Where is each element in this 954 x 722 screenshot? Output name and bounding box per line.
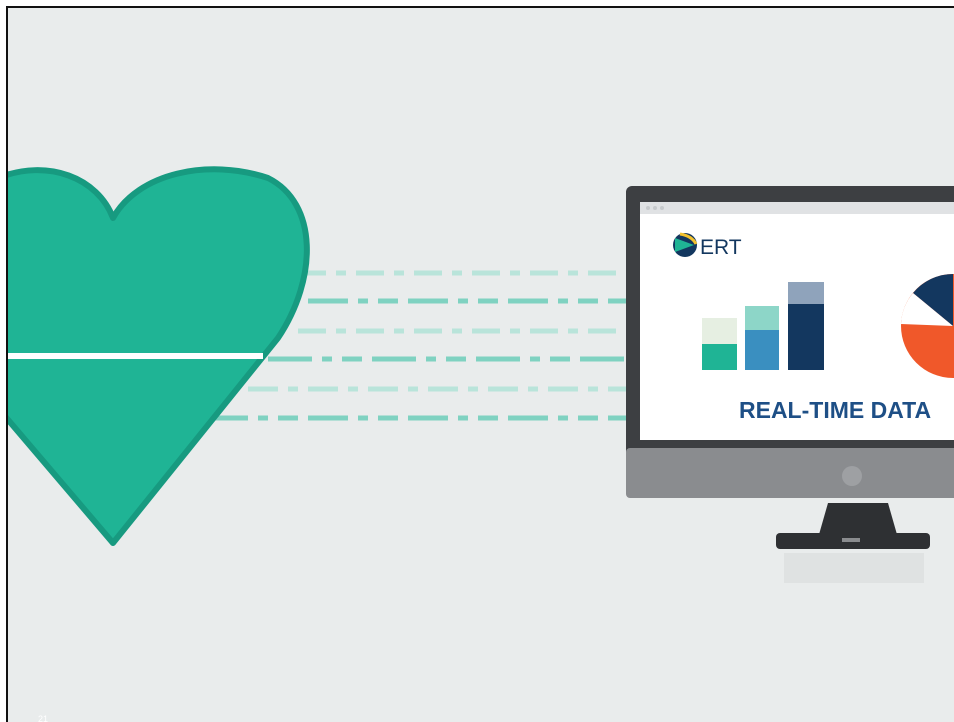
computer-monitor-icon: ERT REAL-TIME DATA: [626, 186, 954, 549]
heart-icon: [8, 166, 310, 546]
slide-number: 21: [38, 714, 49, 722]
monitor-headline: REAL-TIME DATA: [739, 397, 931, 423]
ert-logo-icon: [673, 232, 698, 257]
illustration: ERT REAL-TIME DATA: [8, 166, 954, 583]
monitor-shadow: [784, 553, 924, 583]
slide-frame: ERT REAL-TIME DATA 21: [6, 6, 954, 722]
ert-logo-text: ERT: [700, 236, 742, 259]
